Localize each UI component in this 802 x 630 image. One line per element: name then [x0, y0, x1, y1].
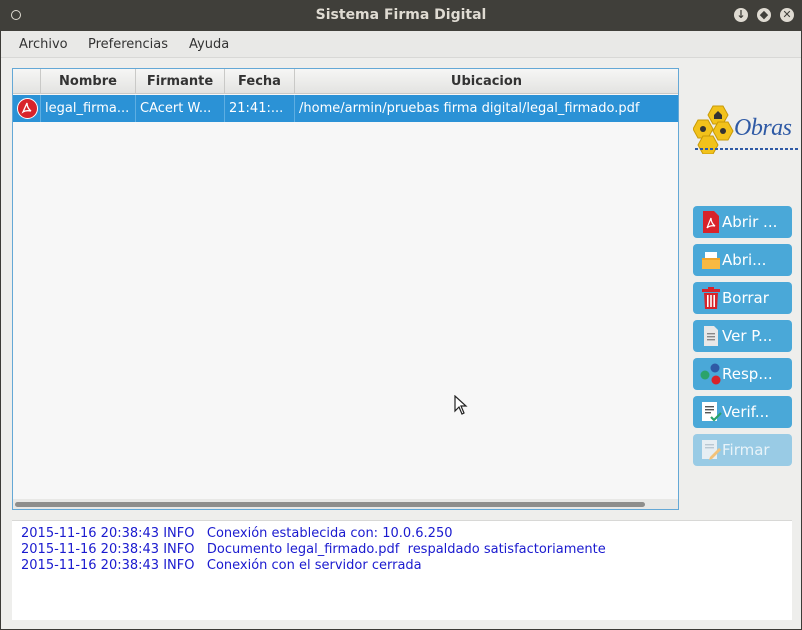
pdf-icon [17, 98, 38, 119]
column-header-firmante[interactable]: Firmante [136, 69, 225, 94]
log-line: 2015-11-16 20:38:43 INFO Documento legal… [21, 542, 606, 557]
title-bar: Sistema Firma Digital ↓ ◆ ✕ [0, 0, 802, 31]
backup-button[interactable]: Resp... [693, 358, 792, 390]
verify-label: Verif... [722, 403, 770, 421]
window-title: Sistema Firma Digital [315, 7, 487, 23]
sign-button[interactable]: Firmar [693, 434, 792, 466]
open-folder-label: Abri... [722, 251, 767, 269]
backup-label: Resp... [722, 365, 773, 383]
view-label: Ver P... [722, 327, 773, 345]
log-line: 2015-11-16 20:38:43 INFO Conexión con el… [21, 558, 422, 573]
menu-archivo[interactable]: Archivo [19, 37, 68, 52]
sign-pen-icon [702, 440, 721, 460]
column-header-icon[interactable] [13, 69, 41, 94]
logo-tagline [695, 148, 799, 150]
horizontal-scrollbar[interactable] [13, 499, 678, 509]
documents-table: Nombre Firmante Fecha Ubicacion legal_fi… [12, 68, 679, 510]
row-icon-cell [13, 95, 41, 122]
folder-icon [702, 252, 720, 269]
menu-bar: Archivo Preferencias Ayuda [1, 31, 801, 58]
menu-ayuda[interactable]: Ayuda [189, 37, 229, 52]
logo-text: Obras [734, 115, 792, 141]
menu-preferencias[interactable]: Preferencias [88, 37, 168, 52]
log-line: 2015-11-16 20:38:43 INFO Conexión establ… [21, 526, 453, 541]
cell-nombre: legal_firma... [41, 95, 136, 122]
table-row[interactable]: legal_firma... CAcert W... 21:41:... /ho… [13, 95, 678, 122]
mouse-cursor-icon [454, 395, 468, 415]
cell-ubicacion: /home/armin/pruebas firma digital/legal_… [299, 101, 640, 116]
column-header-ubicacion[interactable]: Ubicacion [295, 69, 678, 94]
log-panel[interactable]: 2015-11-16 20:38:43 INFO Conexión establ… [12, 520, 792, 620]
minimize-button[interactable]: ↓ [734, 8, 748, 22]
trash-icon [702, 287, 720, 309]
open-folder-button[interactable]: Abri... [693, 244, 792, 276]
delete-label: Borrar [722, 289, 769, 307]
cell-fecha: 21:41:... [225, 95, 295, 122]
open-pdf-label: Abrir ... [722, 213, 778, 231]
maximize-button[interactable]: ◆ [757, 8, 771, 22]
column-header-fecha[interactable]: Fecha [225, 69, 295, 94]
share-icon [700, 363, 721, 385]
table-header: Nombre Firmante Fecha Ubicacion [13, 69, 678, 94]
verify-checklist-icon [702, 402, 722, 422]
sign-label: Firmar [722, 441, 770, 459]
open-pdf-button[interactable]: Abrir ... [693, 206, 792, 238]
delete-button[interactable]: Borrar [693, 282, 792, 314]
document-icon [704, 326, 718, 346]
obras-logo: Obras [693, 104, 801, 164]
close-button[interactable]: ✕ [780, 8, 794, 22]
pdf-file-icon [703, 211, 719, 233]
view-button[interactable]: Ver P... [693, 320, 792, 352]
main-content: Nombre Firmante Fecha Ubicacion legal_fi… [1, 58, 801, 629]
scrollbar-thumb[interactable] [15, 502, 645, 507]
column-header-nombre[interactable]: Nombre [41, 69, 136, 94]
cell-firmante: CAcert W... [136, 95, 225, 122]
verify-button[interactable]: Verif... [693, 396, 792, 428]
